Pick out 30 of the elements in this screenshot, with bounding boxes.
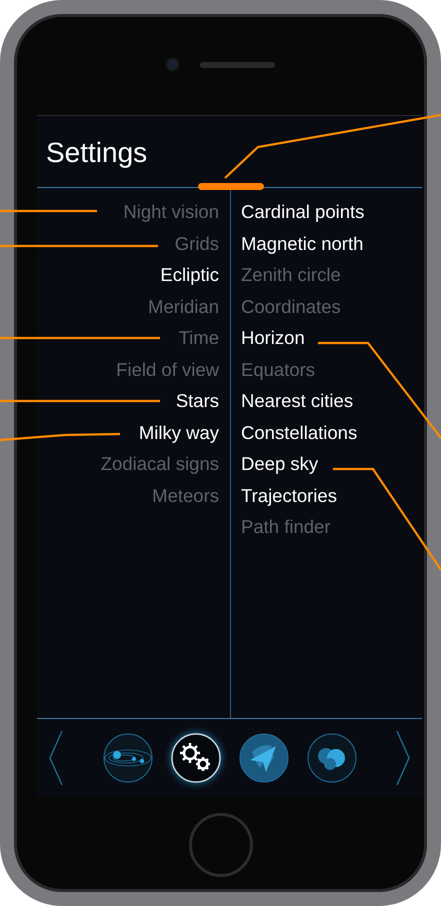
setting-toggle[interactable]: Nearest cities	[241, 385, 354, 416]
orbits-icon[interactable]	[102, 732, 154, 784]
setting-toggle[interactable]: Trajectories	[241, 480, 337, 511]
globe-icon[interactable]	[238, 732, 290, 784]
setting-toggle[interactable]: Path finder	[241, 511, 330, 542]
setting-toggle[interactable]: Zodiacal signs	[100, 448, 219, 480]
drag-handle[interactable]	[198, 183, 264, 190]
setting-toggle[interactable]: Zenith circle	[241, 259, 341, 290]
chevron-right-icon[interactable]	[396, 730, 410, 786]
screen-title: Settings	[46, 136, 148, 168]
setting-toggle[interactable]: Cardinal points	[241, 196, 364, 228]
setting-toggle[interactable]: Ecliptic	[160, 259, 219, 290]
setting-toggle[interactable]: Milky way	[138, 416, 219, 448]
setting-toggle[interactable]: Meteors	[152, 480, 219, 511]
setting-toggle[interactable]: Meridian	[148, 290, 219, 322]
camera-icon	[166, 59, 178, 70]
setting-toggle[interactable]: Equators	[241, 354, 316, 385]
setting-toggle[interactable]: Deep sky	[241, 448, 318, 480]
chevron-left-icon[interactable]	[49, 730, 63, 786]
setting-toggle[interactable]: Constellations	[241, 416, 358, 448]
setting-toggle[interactable]: Coordinates	[241, 290, 341, 322]
setting-toggle[interactable]: Time	[178, 322, 219, 354]
settings-icon[interactable]	[170, 732, 222, 784]
setting-toggle[interactable]: Horizon	[241, 322, 305, 354]
bubbles-icon[interactable]	[306, 732, 358, 784]
setting-toggle[interactable]: Field of view	[116, 354, 219, 385]
setting-toggle[interactable]: Stars	[176, 385, 219, 416]
setting-toggle[interactable]: Grids	[174, 228, 219, 259]
setting-toggle[interactable]: Night vision	[123, 196, 219, 228]
setting-toggle[interactable]: Magnetic north	[241, 228, 364, 259]
